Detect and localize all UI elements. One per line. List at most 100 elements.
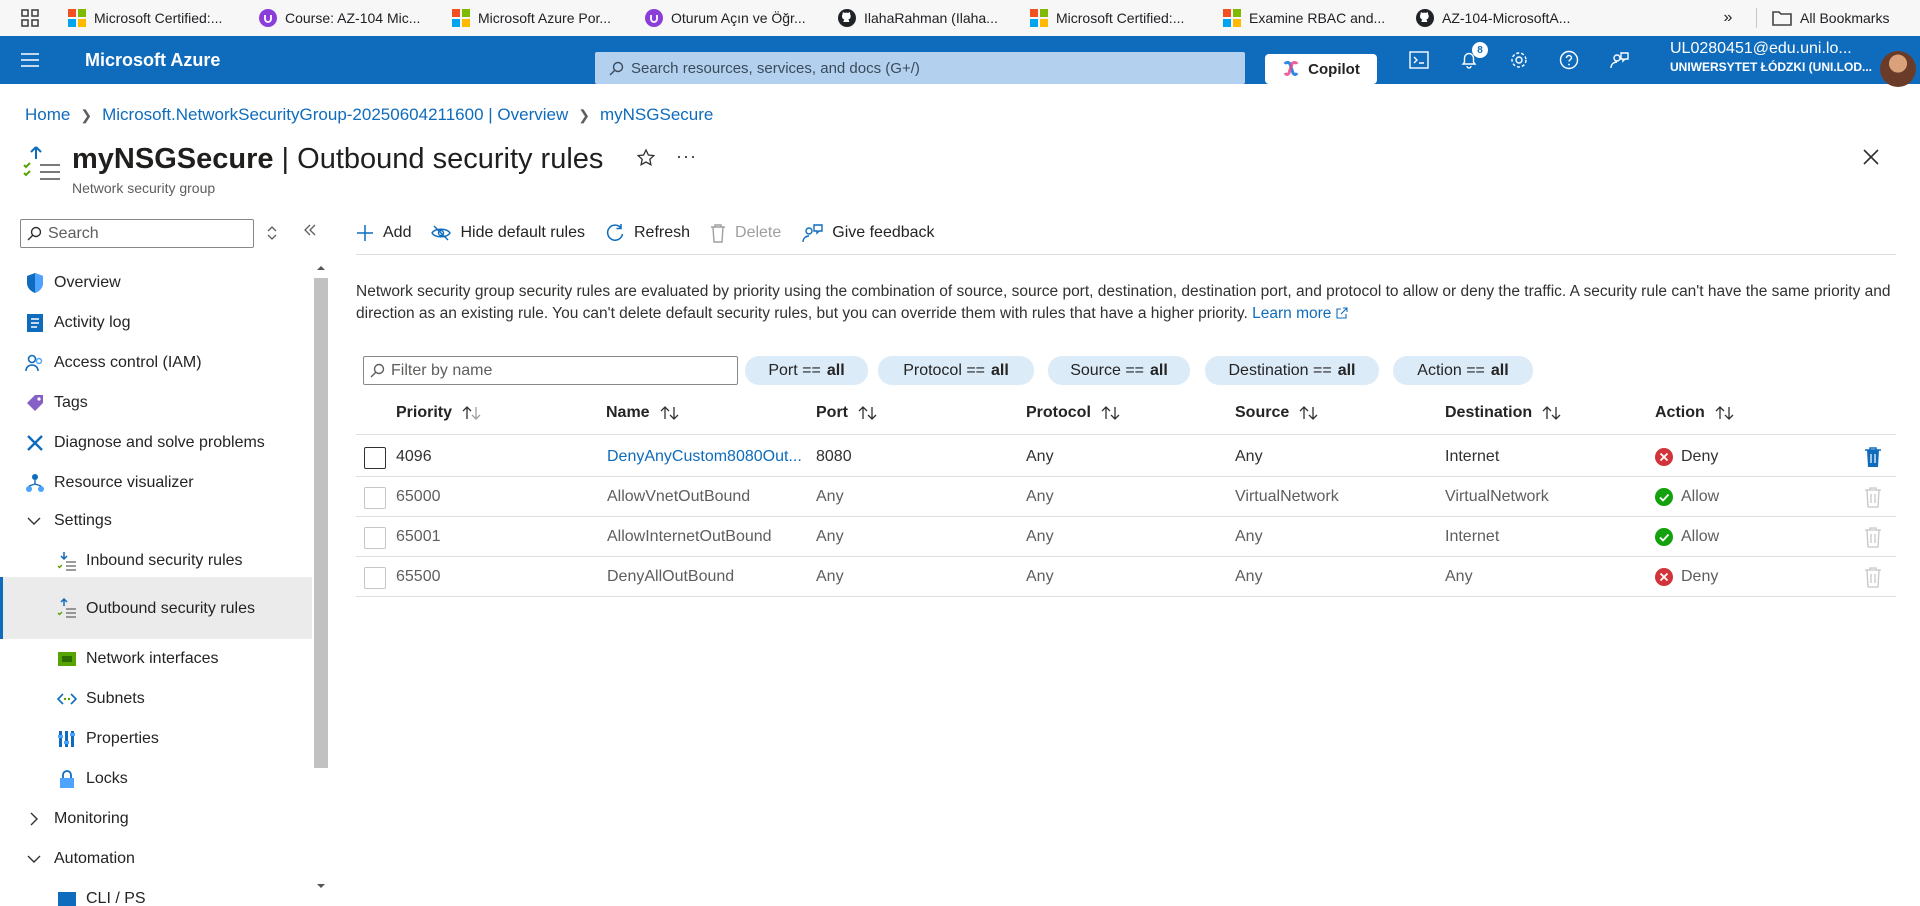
sidebar-group-automation[interactable]: Automation <box>0 842 312 876</box>
udemy-icon <box>259 9 277 27</box>
bookmark-1[interactable]: Course: AZ-104 Mic... <box>251 0 444 36</box>
breadcrumb-resource-group[interactable]: Microsoft.NetworkSecurityGroup-202506042… <box>102 105 568 125</box>
bookmark-2[interactable]: Microsoft Azure Por... <box>444 0 637 36</box>
bookmark-6[interactable]: Examine RBAC and... <box>1215 0 1408 36</box>
table-row[interactable]: 65001 AllowInternetOutBound Any Any Any … <box>356 517 1896 557</box>
column-header-name[interactable]: Name <box>606 404 680 422</box>
avatar[interactable] <box>1880 51 1916 87</box>
cell-name: DenyAllOutBound <box>607 568 735 585</box>
table-row[interactable]: 65500 DenyAllOutBound Any Any Any Any De… <box>356 557 1896 597</box>
cell-action: Deny <box>1655 557 1805 597</box>
sidebar-item-locks[interactable]: Locks <box>0 762 312 796</box>
expand-collapse-icon[interactable] <box>266 224 278 242</box>
bookmark-0[interactable]: Microsoft Certified:... <box>60 0 251 36</box>
row-checkbox[interactable] <box>364 567 386 589</box>
delete-row-trash-icon[interactable] <box>1864 446 1882 468</box>
sidebar-item-overview[interactable]: Overview <box>0 266 312 300</box>
sidebar-item-access-control[interactable]: Access control (IAM) <box>0 346 312 380</box>
filter-pill-label: Protocol == <box>903 361 986 379</box>
bookmark-4[interactable]: IlahaRahman (Ilaha... <box>830 0 1022 36</box>
action-label: Allow <box>1681 528 1720 545</box>
copilot-button[interactable]: Copilot <box>1265 54 1377 84</box>
filter-pill-action[interactable]: Action == all <box>1393 356 1533 385</box>
sidebar-group-monitoring[interactable]: Monitoring <box>0 802 312 836</box>
collapse-sidebar-icon[interactable] <box>302 222 318 238</box>
sidebar-item-cli-ps[interactable]: CLI / PS <box>0 882 312 906</box>
column-header-action[interactable]: Action <box>1655 404 1735 422</box>
breadcrumb-nsg[interactable]: myNSGSecure <box>600 105 713 125</box>
rule-name-link[interactable]: DenyAnyCustom8080Out... <box>607 437 807 477</box>
sidebar-item-outbound-rules[interactable]: Outbound security rules <box>0 577 312 639</box>
filter-pill-destination[interactable]: Destination == all <box>1205 356 1379 385</box>
delete-button[interactable]: Delete <box>710 223 781 243</box>
account-menu[interactable]: UL0280451@edu.uni.lo... UNIWERSYTET ŁÓDZ… <box>1670 40 1880 74</box>
search-icon <box>27 226 42 241</box>
bookmark-label: AZ-104-MicrosoftA... <box>1442 10 1571 26</box>
global-search-input[interactable]: Search resources, services, and docs (G+… <box>595 52 1245 84</box>
sidebar-item-diagnose[interactable]: Diagnose and solve problems <box>0 426 312 460</box>
column-header-destination[interactable]: Destination <box>1445 404 1562 422</box>
bookmark-3[interactable]: Oturum Açın ve Öğr... <box>637 0 830 36</box>
sidebar-item-subnets[interactable]: Subnets <box>0 682 312 716</box>
give-feedback-label: Give feedback <box>832 224 935 241</box>
sidebar-item-label: Tags <box>54 394 88 411</box>
filter-pill-protocol[interactable]: Protocol == all <box>878 356 1034 385</box>
favorite-star-icon[interactable] <box>636 148 656 168</box>
apps-grid-icon[interactable] <box>0 0 60 36</box>
column-header-port[interactable]: Port <box>816 404 878 422</box>
hide-default-rules-button[interactable]: Hide default rules <box>431 224 585 242</box>
all-bookmarks-button[interactable]: All Bookmarks <box>1772 0 1889 36</box>
notifications-bell-icon[interactable]: 8 <box>1444 36 1494 84</box>
table-row[interactable]: 4096 DenyAnyCustom8080Out... 8080 Any An… <box>356 437 1896 477</box>
chevron-right-icon <box>26 808 42 830</box>
feedback-icon[interactable] <box>1594 36 1644 84</box>
filter-pill-source[interactable]: Source == all <box>1048 356 1190 385</box>
bookmark-7[interactable]: AZ-104-MicrosoftA... <box>1408 0 1608 36</box>
more-options-icon[interactable]: ··· <box>676 146 697 167</box>
filter-pill-port[interactable]: Port == all <box>745 356 868 385</box>
learn-more-link[interactable]: Learn more <box>1252 305 1348 322</box>
close-icon[interactable] <box>1862 148 1880 166</box>
sidebar-item-properties[interactable]: Properties <box>0 722 312 756</box>
more-bookmarks-button[interactable]: » <box>1714 0 1742 36</box>
row-checkbox[interactable] <box>364 487 386 509</box>
search-icon <box>601 61 631 76</box>
sidebar-group-settings[interactable]: Settings <box>0 504 312 538</box>
hamburger-menu-icon[interactable] <box>0 36 60 84</box>
sort-icon <box>462 405 482 421</box>
settings-gear-icon[interactable] <box>1494 36 1544 84</box>
filter-by-name-input[interactable]: Filter by name <box>363 356 738 385</box>
sidebar-item-inbound-rules[interactable]: Inbound security rules <box>0 544 312 578</box>
filter-pill-value: all <box>991 361 1009 379</box>
sidebar-scroll-thumb[interactable] <box>314 278 328 768</box>
breadcrumb-home[interactable]: Home <box>25 105 70 125</box>
table-row[interactable]: 65000 AllowVnetOutBound Any Any VirtualN… <box>356 477 1896 517</box>
sidebar-item-tags[interactable]: Tags <box>0 386 312 420</box>
cloud-shell-icon[interactable] <box>1394 36 1444 84</box>
refresh-button[interactable]: Refresh <box>605 223 690 243</box>
sidebar-item-resource-visualizer[interactable]: Resource visualizer <box>0 466 312 500</box>
column-header-protocol[interactable]: Protocol <box>1026 404 1121 422</box>
rules-description: Network security group security rules ar… <box>356 281 1896 325</box>
column-header-priority[interactable]: Priority <box>396 404 482 422</box>
sidebar-search-input[interactable]: Search <box>20 219 254 248</box>
cell-action: Allow <box>1655 517 1805 557</box>
sidebar-item-activity-log[interactable]: Activity log <box>0 306 312 340</box>
sidebar-item-label: Overview <box>54 274 121 291</box>
column-header-label: Name <box>606 404 650 421</box>
row-checkbox[interactable] <box>364 527 386 549</box>
row-checkbox[interactable] <box>364 447 386 469</box>
help-icon[interactable] <box>1544 36 1594 84</box>
cli-icon <box>56 888 78 906</box>
sidebar-item-network-interfaces[interactable]: Network interfaces <box>0 642 312 676</box>
bookmark-5[interactable]: Microsoft Certified:... <box>1022 0 1215 36</box>
udemy-icon <box>645 9 663 27</box>
column-header-label: Port <box>816 404 848 421</box>
azure-brand[interactable]: Microsoft Azure <box>85 50 595 71</box>
add-button[interactable]: Add <box>356 224 411 242</box>
cell-source: VirtualNetwork <box>1235 488 1339 505</box>
cell-name: AllowVnetOutBound <box>607 488 751 505</box>
filter-pill-label: Destination == <box>1228 361 1332 379</box>
column-header-source[interactable]: Source <box>1235 404 1319 422</box>
give-feedback-button[interactable]: Give feedback <box>801 223 935 243</box>
